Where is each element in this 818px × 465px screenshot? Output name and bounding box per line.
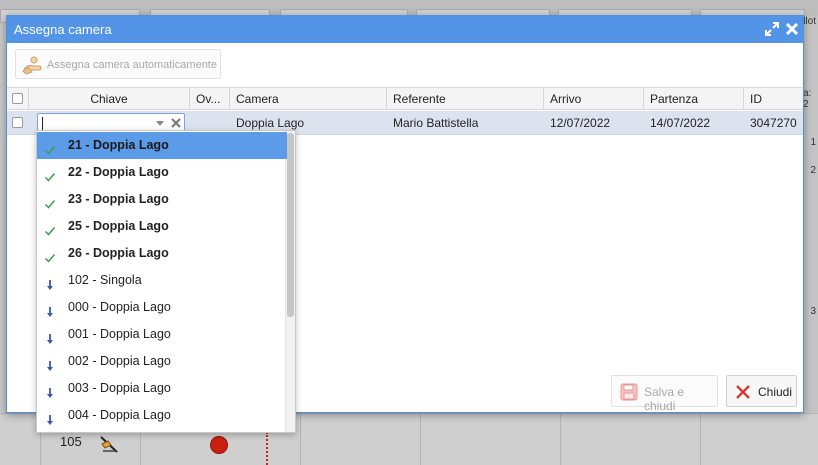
dropdown-item-label: 23 - Doppia Lago [68,192,169,206]
arrow-down-icon [44,409,56,425]
select-all-checkbox[interactable] [12,93,23,104]
dropdown-item[interactable]: 21 - Doppia Lago [37,132,287,159]
check-icon [44,247,56,263]
cell-partenza: 14/07/2022 [650,116,711,130]
check-icon [44,139,56,155]
background-grid-line [560,413,561,465]
background-label: a: 2 [803,88,812,110]
header-id[interactable]: ID [744,88,803,110]
grid-header: Chiave Ov... Camera Referente Arrivo Par… [7,87,803,110]
background-label: llot [803,16,816,27]
text-caret [42,117,43,130]
dropdown-item[interactable]: 003 - Doppia Lago [37,375,287,402]
dropdown-item-label: 102 - Singola [68,273,142,287]
arrow-down-icon [44,328,56,344]
cell-arrivo: 12/07/2022 [550,116,611,130]
dropdown-item-label: 004 - Doppia Lago [68,408,171,422]
arrow-down-icon [44,301,56,317]
background-label: 1 [810,137,816,148]
dropdown-item[interactable]: 23 - Doppia Lago [37,186,287,213]
header-partenza[interactable]: Partenza [644,88,744,110]
dialog-titlebar: Assegna camera [7,16,803,43]
dropdown-item-label: 000 - Doppia Lago [68,300,171,314]
dropdown-item[interactable]: 000 - Doppia Lago [37,294,287,321]
dropdown-item-label: 001 - Doppia Lago [68,327,171,341]
dropdown-item[interactable]: 004 - Doppia Lago [37,402,287,429]
close-button[interactable]: Chiudi [726,375,797,407]
chevron-down-icon[interactable] [154,117,166,129]
cell-id: 3047270 [750,116,797,130]
dropdown-item[interactable]: 26 - Doppia Lago [37,240,287,267]
dropdown-item[interactable]: 22 - Doppia Lago [37,159,287,186]
cell-referente: Mario Battistella [393,116,479,130]
save-and-close-button[interactable]: Salva e chiudi [611,375,718,413]
save-and-close-label: Salva e chiudi [644,385,685,413]
dropdown-item-label: 21 - Doppia Lago [68,138,169,152]
clear-icon[interactable] [170,117,182,129]
dropdown-item[interactable]: 102 - Singola [37,267,287,294]
background-grid-line [420,413,421,465]
background-row-number: 105 [60,434,82,449]
background-grid-line [700,413,701,465]
close-icon[interactable] [784,21,800,37]
status-dot-icon [210,436,228,454]
background-label: 3 [810,306,816,317]
dropdown-item-label: 25 - Doppia Lago [68,219,169,233]
dropdown-item-label: 003 - Doppia Lago [68,381,171,395]
auto-assign-button[interactable]: Assegna camera automaticamente [15,49,221,79]
dialog-title: Assegna camera [14,22,112,37]
dropdown-item-label: 22 - Doppia Lago [68,165,169,179]
room-dropdown-list: 21 - Doppia Lago 22 - Doppia Lago 23 - Dop… [36,130,296,433]
maximize-icon[interactable] [764,21,780,37]
background-right-panel: llot a: 2 1 2 3 [802,16,818,465]
check-icon [44,220,56,236]
header-camera[interactable]: Camera [230,88,387,110]
header-chiave[interactable]: Chiave [29,88,190,110]
today-marker [266,432,268,465]
arrow-down-icon [44,274,56,290]
check-icon [44,193,56,209]
dropdown-item[interactable]: 25 - Doppia Lago [37,213,287,240]
dropdown-item[interactable]: 001 - Doppia Lago [37,321,287,348]
auto-assign-label: Assegna camera automaticamente [47,59,217,71]
dropdown-item-label: 26 - Doppia Lago [68,246,169,260]
dropdown-item[interactable]: 002 - Doppia Lago [37,348,287,375]
arrow-down-icon [44,382,56,398]
arrow-down-icon [44,355,56,371]
hand-icon [22,55,44,75]
row-checkbox[interactable] [12,117,23,128]
dropdown-item-label: 002 - Doppia Lago [68,354,171,368]
check-icon [44,166,56,182]
scrollbar-thumb[interactable] [287,133,294,317]
broom-icon [98,433,120,455]
header-arrivo[interactable]: Arrivo [544,88,644,110]
save-icon [620,383,638,401]
header-select-all [7,88,29,110]
close-label: Chiudi [758,385,793,399]
background-label: 2 [810,165,816,176]
header-referente[interactable]: Referente [387,88,544,110]
background-grid-line [300,413,301,465]
close-x-icon [735,384,751,400]
header-ov[interactable]: Ov... [190,88,230,110]
